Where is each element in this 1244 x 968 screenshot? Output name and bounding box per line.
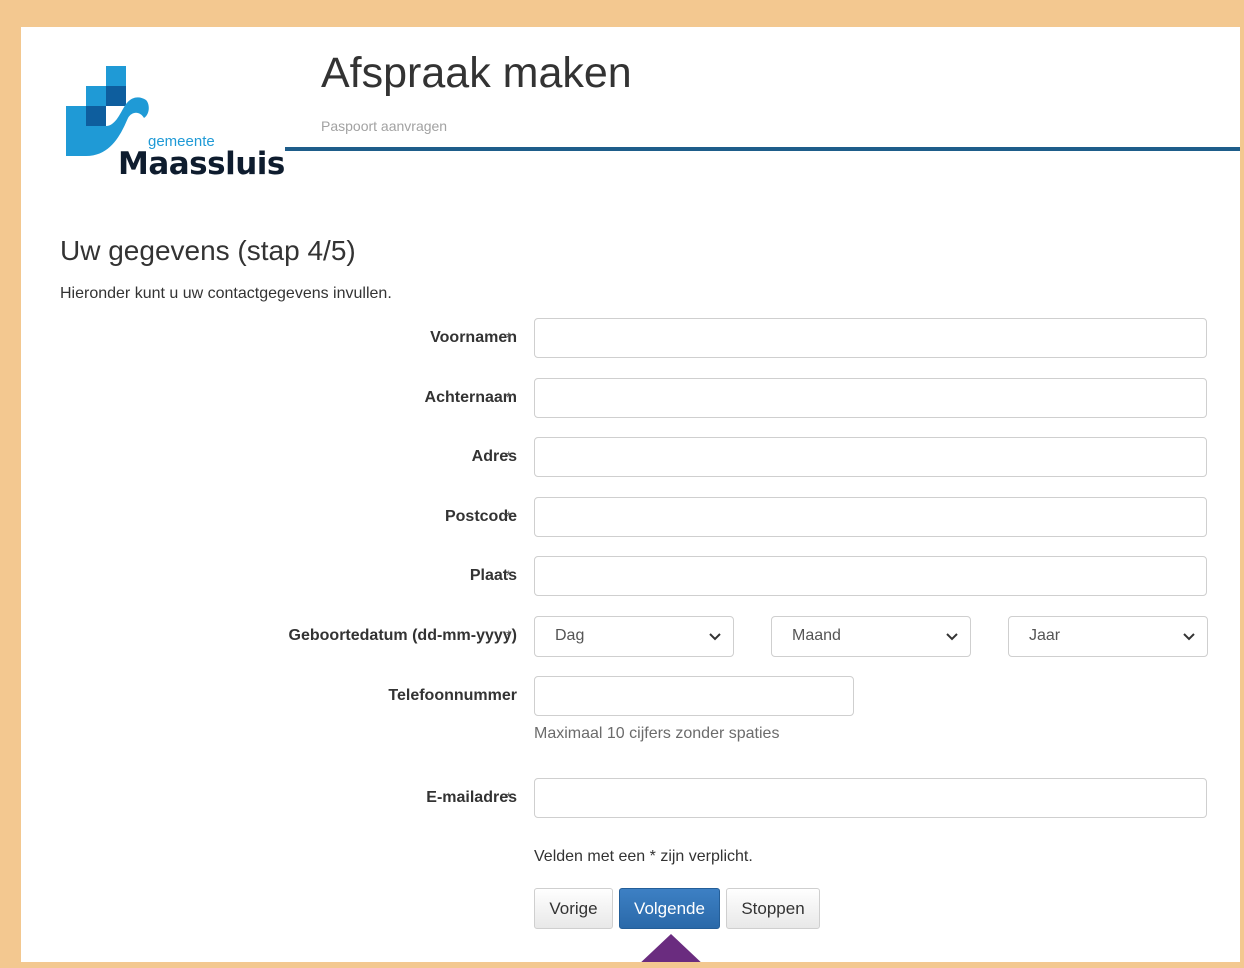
required-marker: * xyxy=(506,508,512,524)
step-intro: Hieronder kunt u uw contactgegevens invu… xyxy=(60,285,392,302)
required-marker: * xyxy=(506,389,512,405)
page-title: Afspraak maken xyxy=(321,49,632,97)
plaats-input[interactable] xyxy=(534,556,1207,596)
achternaam-label: Achternaam xyxy=(424,389,517,406)
vorige-button[interactable]: Vorige xyxy=(534,888,613,929)
telefoon-label: Telefoonnummer xyxy=(388,687,517,704)
page-panel: gemeente Maassluis Afspraak maken Paspoo… xyxy=(21,27,1240,962)
maassluis-logo: gemeente Maassluis xyxy=(66,66,296,186)
jaar-select-value: Jaar xyxy=(1029,627,1061,644)
telefoon-help-text: Maximaal 10 cijfers zonder spaties xyxy=(534,725,780,742)
geboortedatum-label: Geboortedatum (dd-mm-yyyy) xyxy=(288,627,517,644)
achternaam-input[interactable] xyxy=(534,378,1207,418)
pointer-triangle-icon xyxy=(636,934,706,962)
required-marker: * xyxy=(506,329,512,345)
page-subtitle: Paspoort aanvragen xyxy=(321,118,448,134)
stoppen-button[interactable]: Stoppen xyxy=(726,888,820,929)
email-input[interactable] xyxy=(534,778,1207,818)
required-marker: * xyxy=(506,567,512,583)
required-marker: * xyxy=(506,627,512,643)
maand-select[interactable]: Maand xyxy=(771,616,971,657)
header-divider xyxy=(285,147,1240,151)
voornamen-input[interactable] xyxy=(534,318,1207,358)
required-marker: * xyxy=(506,789,512,805)
maand-select-value: Maand xyxy=(792,627,841,644)
dag-select[interactable]: Dag xyxy=(534,616,734,657)
step-title: Uw gegevens (stap 4/5) xyxy=(60,235,356,266)
required-marker: * xyxy=(506,448,512,464)
email-label: E-mailadres xyxy=(426,789,517,806)
adres-input[interactable] xyxy=(534,437,1207,477)
telefoon-input[interactable] xyxy=(534,676,854,716)
chevron-down-icon xyxy=(946,633,958,641)
logo-text-maassluis: Maassluis xyxy=(118,146,285,182)
chevron-down-icon xyxy=(709,633,721,641)
dag-select-value: Dag xyxy=(555,627,585,644)
postcode-input[interactable] xyxy=(534,497,1207,537)
volgende-button[interactable]: Volgende xyxy=(619,888,720,929)
chevron-down-icon xyxy=(1183,633,1195,641)
voornamen-label: Voornamen xyxy=(430,329,517,346)
required-fields-note: Velden met een * zijn verplicht. xyxy=(534,848,753,865)
jaar-select[interactable]: Jaar xyxy=(1008,616,1208,657)
